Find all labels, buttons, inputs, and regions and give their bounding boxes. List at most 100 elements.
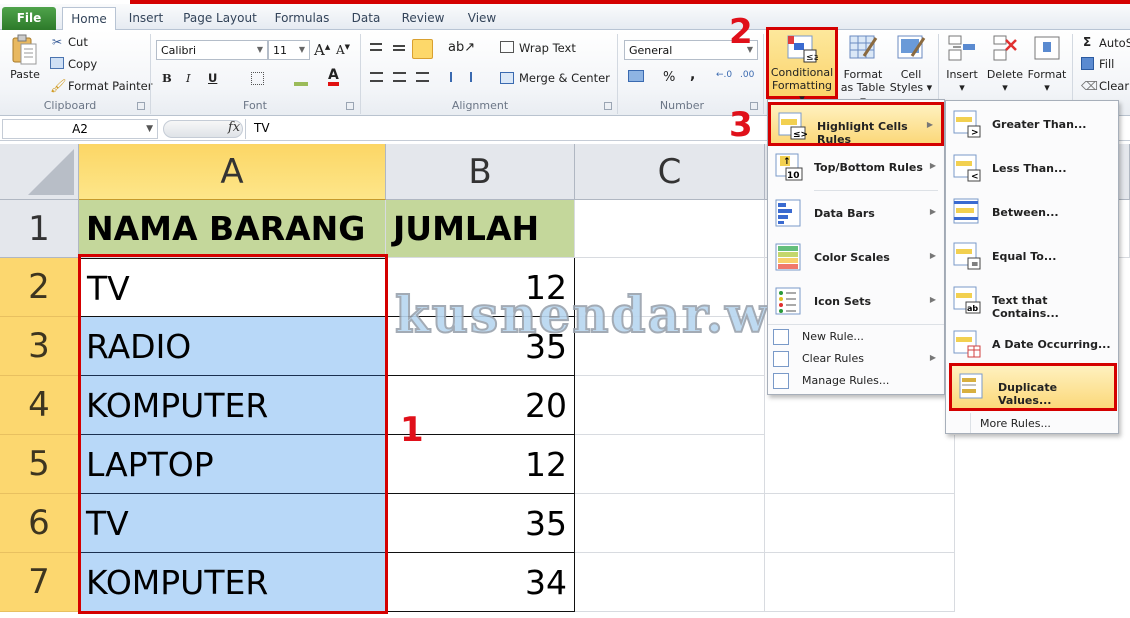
cell-b2[interactable]: 12 xyxy=(386,258,575,317)
row-header-7[interactable]: 7 xyxy=(0,553,79,612)
menu-item-manage-rules[interactable]: Manage Rules... xyxy=(768,370,944,392)
row-header-3[interactable]: 3 xyxy=(0,317,79,376)
cell-c5[interactable] xyxy=(575,435,765,494)
menu-item-color-scales[interactable]: Color Scales ▶ xyxy=(768,236,944,280)
cell-a7[interactable]: KOMPUTER xyxy=(79,553,386,612)
clear-button[interactable]: Clear xyxy=(1099,79,1129,93)
font-name-combo[interactable]: Calibri ▼ xyxy=(156,40,268,60)
paste-button[interactable]: Paste xyxy=(6,30,44,96)
delete-cells-button[interactable]: Delete ▾ xyxy=(984,30,1026,96)
font-launcher[interactable] xyxy=(346,102,354,110)
increase-decimal-icon[interactable]: ←.0 xyxy=(716,70,732,80)
cell-styles-button[interactable]: Cell Styles ▾ xyxy=(888,30,934,96)
cell-a5[interactable]: LAPTOP xyxy=(79,435,386,494)
tab-review[interactable]: Review xyxy=(400,7,446,30)
align-middle-icon[interactable] xyxy=(393,45,405,51)
submenu-item-date-occurring[interactable]: A Date Occurring... xyxy=(946,323,1118,367)
submenu-item-equal-to[interactable]: = Equal To... xyxy=(946,235,1118,279)
submenu-item-greater-than[interactable]: > Greater Than... xyxy=(946,103,1118,147)
cell-a4[interactable]: KOMPUTER xyxy=(79,376,386,435)
shrink-font-icon[interactable]: A▼ xyxy=(336,43,350,57)
cell-c1[interactable] xyxy=(575,200,765,258)
borders-icon[interactable] xyxy=(251,72,264,85)
menu-item-new-rule[interactable]: New Rule... xyxy=(768,326,944,348)
submenu-item-text-contains[interactable]: ab Text that Contains... xyxy=(946,279,1118,323)
cell-a2[interactable]: TV xyxy=(79,258,386,317)
underline-button[interactable]: U xyxy=(208,71,217,85)
cell-c6[interactable] xyxy=(575,494,765,553)
grow-font-icon[interactable]: A▲ xyxy=(314,41,330,59)
align-top-icon[interactable] xyxy=(370,43,382,51)
font-size-combo[interactable]: 11 ▼ xyxy=(268,40,310,60)
decrease-decimal-icon[interactable]: .00 xyxy=(740,70,754,80)
currency-icon[interactable] xyxy=(628,70,644,82)
row-header-2[interactable]: 2 xyxy=(0,258,79,317)
cell-c7[interactable] xyxy=(575,553,765,612)
autosum-button[interactable]: AutoS xyxy=(1099,36,1130,50)
wrap-text-button[interactable]: Wrap Text xyxy=(519,41,576,55)
align-right-icon[interactable] xyxy=(416,72,429,82)
menu-item-clear-rules[interactable]: Clear Rules ▶ xyxy=(768,348,944,370)
cut-button[interactable]: Cut xyxy=(68,35,88,49)
menu-item-icon-sets[interactable]: Icon Sets ▶ xyxy=(768,280,944,324)
cell-d7[interactable] xyxy=(765,553,955,612)
decrease-indent-icon[interactable] xyxy=(450,72,462,82)
italic-button[interactable]: I xyxy=(186,71,191,85)
format-cells-button[interactable]: Format ▾ xyxy=(1026,30,1068,96)
row-header-4[interactable]: 4 xyxy=(0,376,79,435)
fill-color-icon[interactable] xyxy=(294,70,308,86)
cell-c3[interactable] xyxy=(575,317,765,376)
merge-center-button[interactable]: Merge & Center xyxy=(519,71,610,85)
format-as-table-button[interactable]: Formatas Table ▾ xyxy=(838,30,888,107)
bold-button[interactable]: B xyxy=(162,71,172,85)
fill-button[interactable]: Fill xyxy=(1099,57,1114,71)
cell-a3[interactable]: RADIO xyxy=(79,317,386,376)
cell-b7[interactable]: 34 xyxy=(386,553,575,612)
column-header-c[interactable]: C xyxy=(575,144,765,200)
submenu-item-more-rules[interactable]: More Rules... xyxy=(946,413,1118,435)
cell-c4[interactable] xyxy=(575,376,765,435)
cell-a1[interactable]: NAMA BARANG xyxy=(79,200,386,258)
tab-view[interactable]: View xyxy=(464,7,500,30)
font-color-icon[interactable]: A xyxy=(328,68,339,86)
insert-cells-button[interactable]: Insert ▾ xyxy=(942,30,982,96)
conditional-formatting-button[interactable]: ≤≥ ConditionalFormatting ▾ xyxy=(766,27,838,105)
tab-home[interactable]: Home xyxy=(62,7,116,31)
cell-a6[interactable]: TV xyxy=(79,494,386,553)
tab-file[interactable]: File xyxy=(2,7,56,30)
tab-insert[interactable]: Insert xyxy=(125,7,167,30)
row-header-6[interactable]: 6 xyxy=(0,494,79,553)
tab-data[interactable]: Data xyxy=(348,7,384,30)
cell-b3[interactable]: 35 xyxy=(386,317,575,376)
menu-item-highlight-cells-rules[interactable]: ≤> Highlight Cells Rules ▶ xyxy=(768,102,944,146)
submenu-item-less-than[interactable]: < Less Than... xyxy=(946,147,1118,191)
cell-d5[interactable] xyxy=(765,435,955,494)
alignment-launcher[interactable] xyxy=(604,102,612,110)
format-painter-button[interactable]: Format Painter xyxy=(68,79,152,93)
align-bottom-icon[interactable] xyxy=(412,39,433,59)
tab-formulas[interactable]: Formulas xyxy=(272,7,332,30)
increase-indent-icon[interactable] xyxy=(470,72,482,82)
menu-item-top-bottom-rules[interactable]: ↑ 10 Top/Bottom Rules ▶ xyxy=(768,146,944,190)
row-header-5[interactable]: 5 xyxy=(0,435,79,494)
comma-button[interactable]: , xyxy=(690,67,695,83)
cell-b6[interactable]: 35 xyxy=(386,494,575,553)
submenu-item-duplicate-values[interactable]: Duplicate Values... xyxy=(949,363,1117,411)
menu-item-data-bars[interactable]: Data Bars ▶ xyxy=(768,192,944,236)
align-center-icon[interactable] xyxy=(393,72,406,82)
column-header-a[interactable]: A xyxy=(79,144,386,200)
clipboard-launcher[interactable] xyxy=(137,102,145,110)
percent-button[interactable]: % xyxy=(663,70,675,85)
cell-d6[interactable] xyxy=(765,494,955,553)
align-left-icon[interactable] xyxy=(370,72,383,82)
cell-c2[interactable] xyxy=(575,258,765,317)
row-header-1[interactable]: 1 xyxy=(0,200,79,258)
insert-function-icon[interactable]: fx xyxy=(228,120,240,135)
submenu-item-between[interactable]: Between... xyxy=(946,191,1118,235)
tab-page-layout[interactable]: Page Layout xyxy=(182,7,258,30)
select-all-button[interactable] xyxy=(0,144,79,200)
copy-button[interactable]: Copy xyxy=(68,57,97,71)
column-header-b[interactable]: B xyxy=(386,144,575,200)
cell-b1[interactable]: JUMLAH xyxy=(386,200,575,258)
orientation-icon[interactable]: ab↗ xyxy=(448,40,475,55)
